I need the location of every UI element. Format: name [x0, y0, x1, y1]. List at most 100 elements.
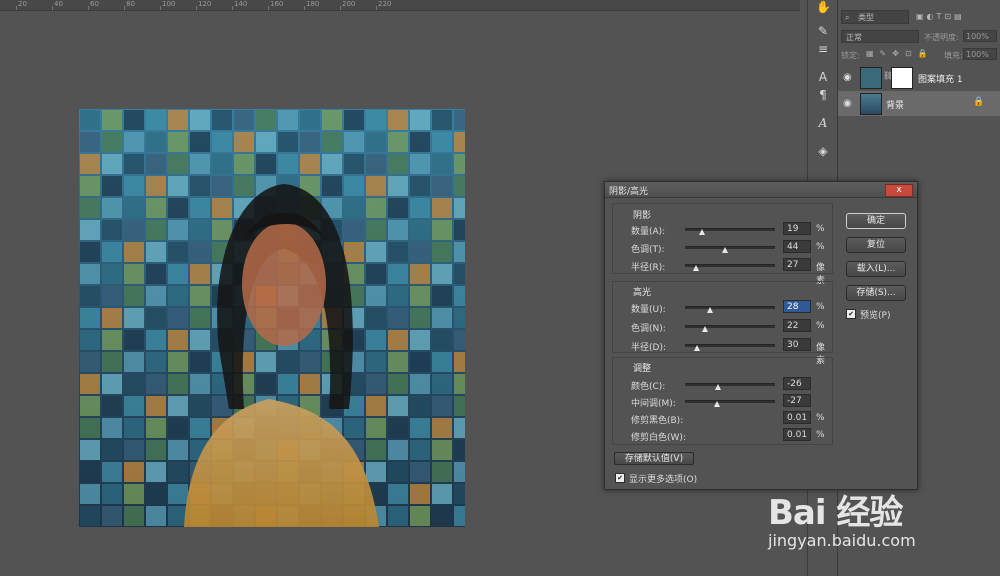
character-icon[interactable]: A: [816, 70, 830, 84]
mosaic-tile: [300, 110, 320, 130]
slider-track[interactable]: [685, 306, 775, 309]
glyph-icon[interactable]: A: [816, 116, 830, 130]
slider-track[interactable]: [685, 383, 775, 386]
kind-filter-select[interactable]: ⌕ 类型: [841, 10, 909, 24]
value-field[interactable]: 44: [783, 240, 811, 253]
mosaic-tile: [168, 264, 188, 284]
load-button[interactable]: 载入(L)...: [846, 261, 906, 277]
mosaic-tile: [146, 110, 166, 130]
mosaic-tile: [388, 176, 408, 196]
ok-button[interactable]: 确定: [846, 213, 906, 229]
mosaic-tile: [234, 110, 254, 130]
slider-handle[interactable]: [714, 401, 721, 407]
slider-label: 数量(A):: [631, 227, 666, 237]
mosaic-tile: [432, 418, 452, 438]
mosaic-tile: [366, 330, 386, 350]
mosaic-tile: [344, 418, 364, 438]
slider-handle[interactable]: [707, 307, 714, 313]
mosaic-tile: [278, 110, 298, 130]
brush-icon[interactable]: ✎: [816, 24, 830, 38]
save-button[interactable]: 存储(S)...: [846, 285, 906, 301]
value-field[interactable]: 0.01: [783, 411, 811, 424]
mosaic-tile: [388, 374, 408, 394]
layer-name: 图案填充 1: [918, 75, 963, 85]
mosaic-tile: [410, 330, 430, 350]
mosaic-tile: [366, 176, 386, 196]
slider-handle[interactable]: [699, 229, 706, 235]
layer-row-pattern-fill[interactable]: ◉ ⛓ 图案填充 1: [838, 65, 1000, 90]
mosaic-tile: [146, 242, 166, 262]
mosaic-tile: [212, 176, 232, 196]
value-field[interactable]: -26: [783, 377, 811, 390]
mosaic-tile: [432, 154, 452, 174]
mosaic-tile: [190, 330, 210, 350]
adjust-icon[interactable]: ≡: [816, 42, 830, 56]
mosaic-tile: [454, 264, 465, 284]
fill-field[interactable]: 100%: [963, 48, 997, 60]
dialog-titlebar[interactable]: 阴影/高光 x: [605, 182, 917, 198]
value-field[interactable]: -27: [783, 394, 811, 407]
slider-handle[interactable]: [693, 345, 700, 351]
mosaic-tile: [388, 264, 408, 284]
eye-icon[interactable]: ◉: [843, 98, 852, 109]
ruler-tick-mark: [124, 6, 125, 10]
mosaic-tile: [344, 198, 364, 218]
mosaic-tile: [300, 374, 320, 394]
close-button[interactable]: x: [885, 184, 913, 197]
mosaic-tile: [278, 374, 298, 394]
value-field[interactable]: 19: [783, 222, 811, 235]
mosaic-tile: [124, 418, 144, 438]
ruler-tick-label: 220: [378, 0, 392, 8]
mosaic-tile: [124, 308, 144, 328]
cube-icon[interactable]: ◈: [816, 144, 830, 158]
adjustments-group: 调整 颜色(C): -26 中间调(M): -27 修剪黑色(B): 0.01% 修剪白色(…: [612, 357, 833, 445]
slider-handle[interactable]: [692, 265, 699, 271]
mosaic-tile: [410, 110, 430, 130]
slider-handle[interactable]: [701, 326, 708, 332]
mosaic-tile: [234, 132, 254, 152]
slider-track[interactable]: [685, 246, 775, 249]
mosaic-tile: [212, 110, 232, 130]
mosaic-tile: [454, 242, 465, 262]
mosaic-tile: [344, 176, 364, 196]
slider-handle[interactable]: [721, 247, 728, 253]
mosaic-tile: [212, 198, 232, 218]
lock-icon: 🔒: [973, 97, 985, 107]
lock-icons[interactable]: ▦✎✥⊡🔒: [866, 49, 934, 58]
mosaic-tile: [102, 440, 122, 460]
mosaic-tile: [102, 396, 122, 416]
slider-track[interactable]: [685, 400, 775, 403]
horizontal-ruler: 20 40 60 80 100 120 140 160 180 200 220: [0, 0, 800, 11]
slider-handle[interactable]: [715, 384, 722, 390]
document-canvas[interactable]: [79, 109, 465, 527]
mosaic-tile: [388, 352, 408, 372]
layer-row-background[interactable]: ◉ 背景 🔒: [838, 91, 1000, 116]
mosaic-tile: [168, 308, 188, 328]
show-more-checkbox[interactable]: ✔: [615, 473, 625, 483]
reset-button[interactable]: 复位: [846, 237, 906, 253]
hand-icon[interactable]: ✋: [816, 0, 831, 14]
mosaic-tile: [322, 176, 342, 196]
paragraph-icon[interactable]: ¶: [816, 88, 830, 102]
opacity-label: 不透明度:: [924, 33, 959, 42]
mosaic-tile: [190, 198, 210, 218]
eye-icon[interactable]: ◉: [843, 72, 852, 83]
mosaic-tile: [102, 374, 122, 394]
opacity-field[interactable]: 100%: [963, 30, 997, 42]
slider-track[interactable]: [685, 325, 775, 328]
value-field[interactable]: 28: [783, 300, 811, 313]
filter-icons[interactable]: ▣◐T⊡▤: [916, 12, 965, 21]
value-field[interactable]: 0.01: [783, 428, 811, 441]
value-field[interactable]: 30: [783, 338, 811, 351]
value-field[interactable]: 22: [783, 319, 811, 332]
mosaic-tile: [388, 242, 408, 262]
blend-mode-select[interactable]: 正常: [841, 30, 919, 43]
save-default-button[interactable]: 存储默认值(V): [614, 452, 694, 465]
preview-checkbox[interactable]: ✔: [846, 309, 856, 319]
mosaic-tile: [366, 264, 386, 284]
mosaic-tile: [146, 154, 166, 174]
mosaic-tile: [124, 396, 144, 416]
value-field[interactable]: 27: [783, 258, 811, 271]
mosaic-tile: [124, 330, 144, 350]
mosaic-tile: [410, 374, 430, 394]
